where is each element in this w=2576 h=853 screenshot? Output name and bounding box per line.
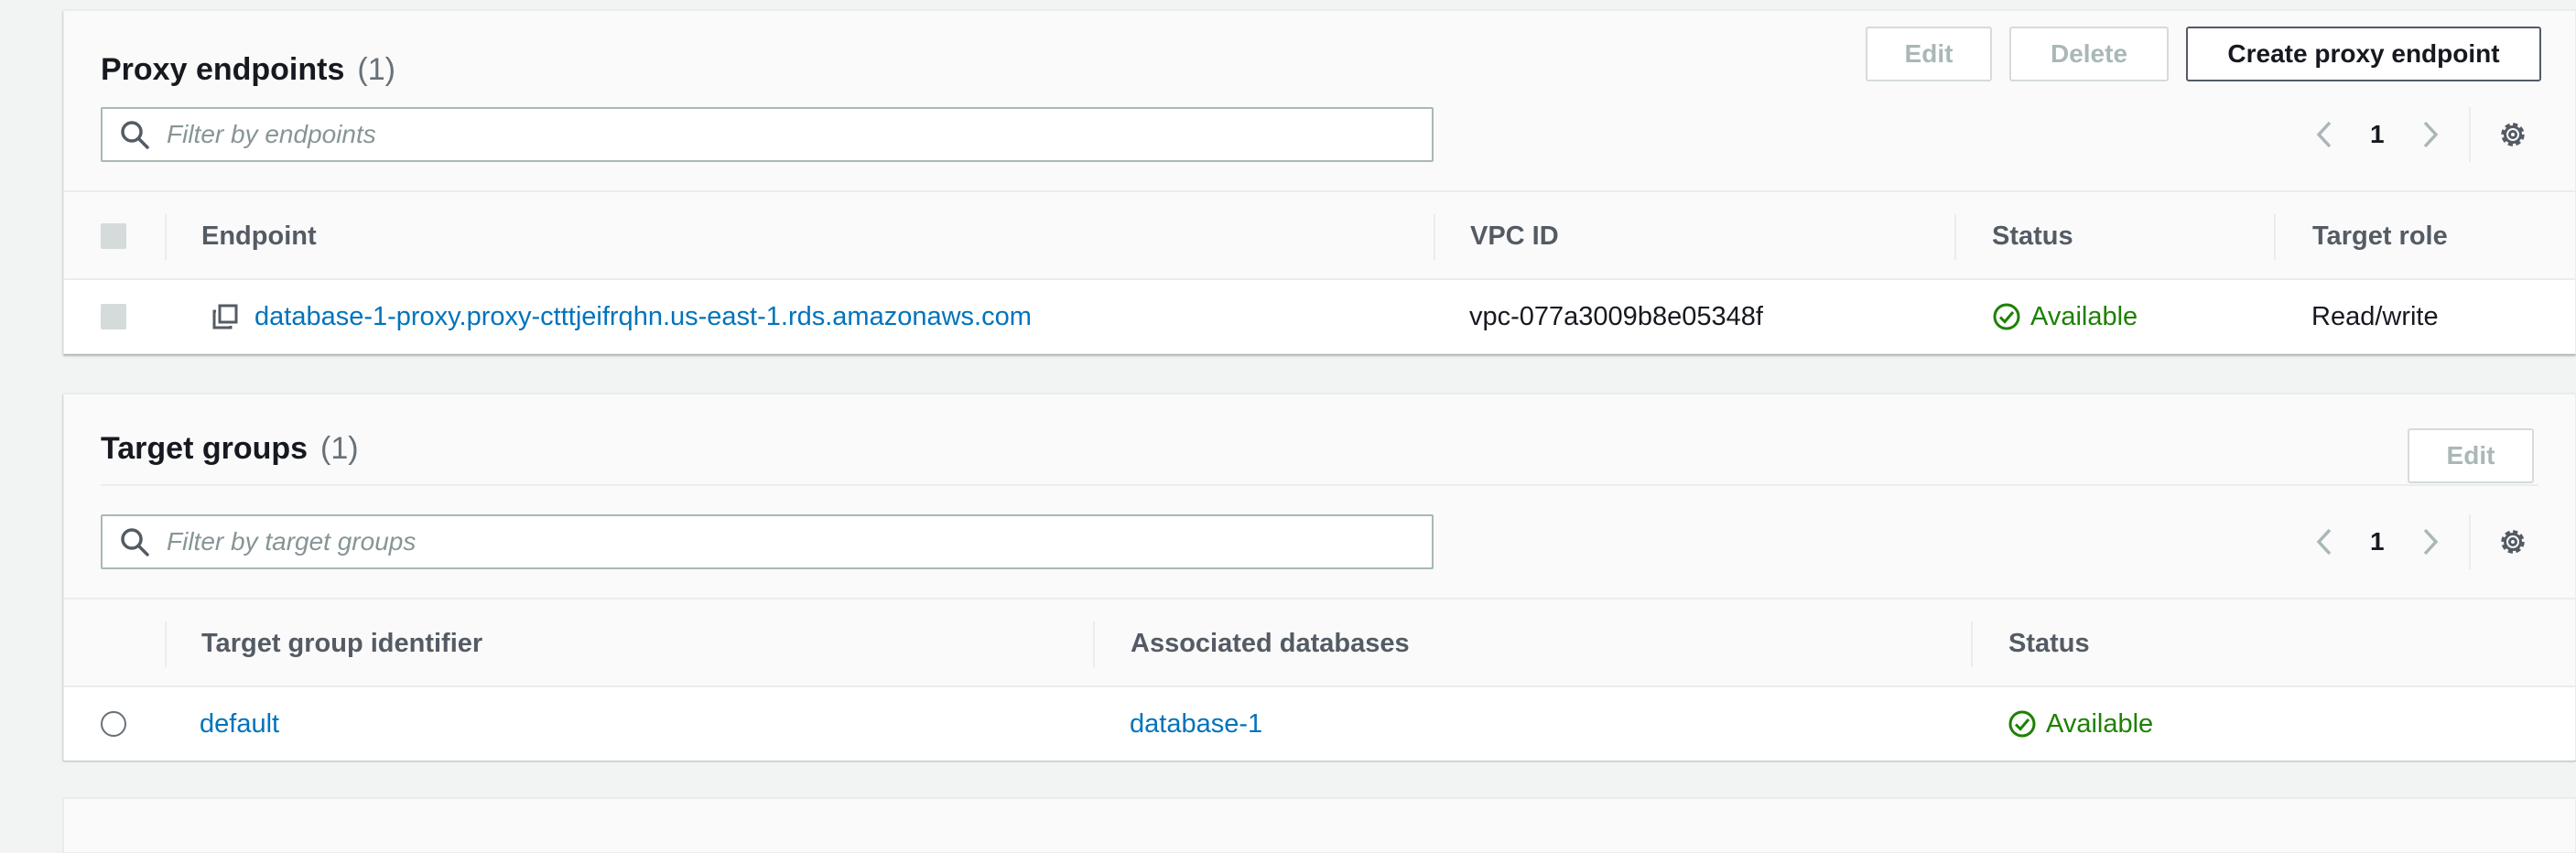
search-icon [121,121,149,149]
create-proxy-endpoint-button[interactable]: Create proxy endpoint [2186,27,2541,81]
column-separator [165,214,167,260]
endpoint-filter-input[interactable] [167,120,1432,149]
delete-proxy-endpoint-button[interactable]: Delete [2009,27,2169,81]
target-role-value: Read/write [2311,301,2439,331]
status-badge: Available [2046,708,2154,739]
column-header-status[interactable]: Status [2008,599,2090,687]
pager-divider [2468,107,2471,162]
row-radio-button[interactable] [101,711,126,737]
endpoint-cell: database-1-proxy.proxy-ctttjeifrqhn.us-e… [211,280,1032,353]
column-separator [1434,214,1435,260]
status-cell: Available [2008,687,2153,761]
target-group-table-header: Target group identifier Associated datab… [64,598,2575,687]
next-panel [63,798,2576,853]
target-group-filter[interactable] [101,514,1434,569]
target-groups-heading: Target groups (1) [101,431,359,467]
gear-icon[interactable] [2496,525,2529,558]
target-group-filter-input[interactable] [167,527,1432,556]
edit-target-group-button[interactable]: Edit [2408,428,2534,483]
target-groups-panel: Target groups (1) Edit 1 Target group ide… [63,394,2576,761]
pager-divider [2468,514,2471,569]
chevron-right-icon[interactable] [2416,526,2443,557]
current-page[interactable]: 1 [2370,120,2385,149]
associated-database-link[interactable]: database-1 [1130,687,1262,761]
endpoint-table-header: Endpoint VPC ID Status Target role [64,190,2575,280]
target-group-identifier-link[interactable]: default [200,687,279,761]
proxy-endpoints-heading: Proxy endpoints (1) [101,52,395,88]
gear-icon[interactable] [2496,118,2529,151]
vpc-id-value: vpc-077a3009b8e05348f [1469,301,1763,331]
table-row[interactable]: default database-1 Available [64,687,2575,761]
column-header-status[interactable]: Status [1992,192,2073,280]
proxy-endpoints-title: Proxy endpoints [101,52,345,87]
table-row[interactable]: database-1-proxy.proxy-ctttjeifrqhn.us-e… [64,280,2575,353]
target-groups-count: (1) [320,431,359,466]
column-separator [165,621,167,667]
column-header-target-group-identifier[interactable]: Target group identifier [201,599,482,687]
search-icon [121,528,149,556]
select-all-checkbox[interactable] [101,223,126,249]
section-divider [101,484,2538,486]
proxy-endpoints-count: (1) [357,52,395,87]
column-separator [1971,621,1973,667]
chevron-right-icon[interactable] [2416,119,2443,150]
endpoint-filter[interactable] [101,107,1434,162]
endpoint-link[interactable]: database-1-proxy.proxy-ctttjeifrqhn.us-e… [254,302,1032,332]
target-groups-title: Target groups [101,431,308,466]
column-separator [2274,214,2276,260]
column-header-associated-databases[interactable]: Associated databases [1131,599,1410,687]
proxy-endpoints-panel: Proxy endpoints (1) Edit Delete Create pr… [63,10,2576,354]
status-badge: Available [2030,301,2138,331]
column-header-endpoint[interactable]: Endpoint [201,192,317,280]
column-header-vpc-id[interactable]: VPC ID [1470,192,1559,280]
chevron-left-icon[interactable] [2311,526,2339,557]
row-checkbox[interactable] [101,304,126,329]
column-separator [1954,214,1956,260]
target-group-pagination: 1 [2311,514,2529,569]
status-cell: Available [1992,280,2138,353]
column-separator [1093,621,1095,667]
check-circle-icon [2008,710,2036,738]
check-circle-icon [1993,303,2020,330]
endpoint-pagination: 1 [2311,107,2529,162]
current-page[interactable]: 1 [2370,527,2385,556]
chevron-left-icon[interactable] [2311,119,2339,150]
edit-proxy-endpoint-button[interactable]: Edit [1866,27,1992,81]
copy-icon[interactable] [211,302,240,331]
column-header-target-role[interactable]: Target role [2312,192,2448,280]
